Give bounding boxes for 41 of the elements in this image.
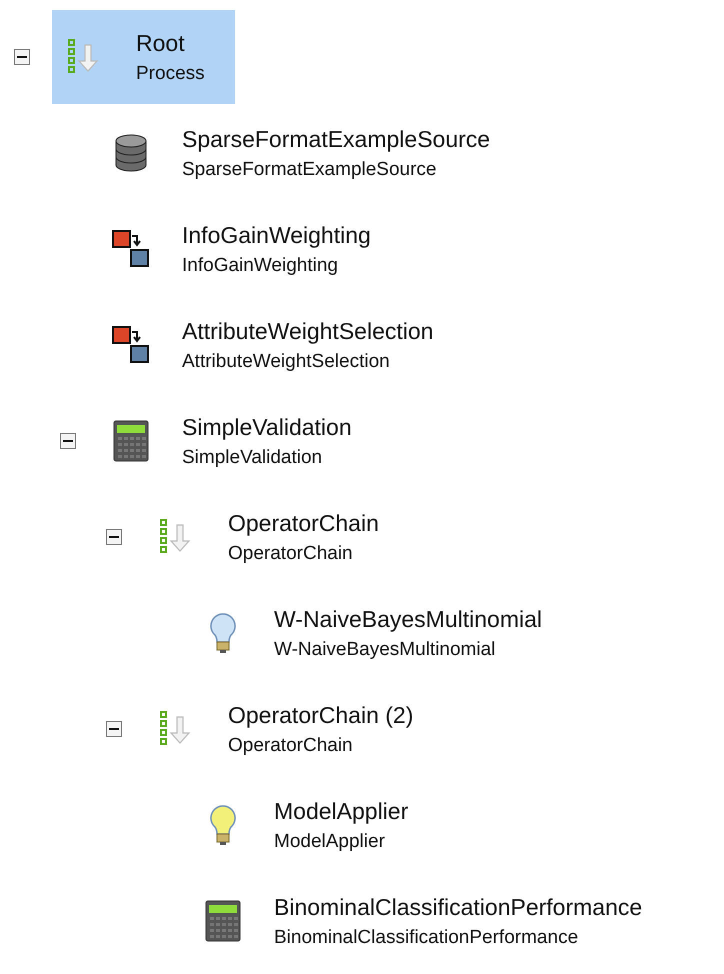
- tree-node[interactable]: BinominalClassificationPerformance BinominalClassificationPerformance: [190, 874, 672, 968]
- calculator-icon: [205, 900, 241, 942]
- collapse-button[interactable]: [14, 49, 30, 65]
- node-subtitle: AttributeWeightSelection: [182, 350, 391, 372]
- node-title: OperatorChain: [228, 510, 379, 536]
- node-title: Root: [136, 30, 186, 56]
- node-title: AttributeWeightSelection: [182, 318, 434, 344]
- light-bulb-icon: [208, 804, 238, 846]
- light-bulb-icon: [208, 612, 238, 654]
- weighting-squares-icon: [111, 229, 151, 269]
- node-title: OperatorChain (2): [228, 702, 414, 728]
- tree-node[interactable]: ModelApplier ModelApplier: [190, 778, 438, 872]
- node-title: SparseFormatExampleSource: [182, 126, 490, 152]
- node-subtitle: InfoGainWeighting: [182, 254, 339, 276]
- node-subtitle: W-NaiveBayesMultinomial: [274, 638, 496, 660]
- calculator-icon: [113, 420, 149, 462]
- node-title: BinominalClassificationPerformance: [274, 894, 642, 920]
- tree-node[interactable]: SimpleValidation SimpleValidation: [98, 394, 382, 488]
- tree-node[interactable]: Root Process: [52, 10, 235, 104]
- tree-node[interactable]: OperatorChain OperatorChain: [144, 490, 409, 584]
- tree-node[interactable]: W-NaiveBayesMultinomial W-NaiveBayesMultinomial: [190, 586, 572, 680]
- node-title: ModelApplier: [274, 798, 408, 824]
- node-subtitle: BinominalClassificationPerformance: [274, 926, 580, 948]
- tree-node[interactable]: InfoGainWeighting InfoGainWeighting: [98, 202, 401, 296]
- node-subtitle: SparseFormatExampleSource: [182, 158, 438, 180]
- tree-node[interactable]: SparseFormatExampleSource SparseFormatExampleSource: [98, 106, 520, 200]
- node-subtitle: Process: [136, 62, 205, 84]
- node-subtitle: ModelApplier: [274, 830, 386, 852]
- node-subtitle: SimpleValidation: [182, 446, 324, 468]
- node-title: W-NaiveBayesMultinomial: [274, 606, 542, 632]
- database-icon: [113, 133, 149, 173]
- tree-node[interactable]: AttributeWeightSelection AttributeWeightSelection: [98, 298, 464, 392]
- node-subtitle: OperatorChain: [228, 542, 354, 564]
- collapse-button[interactable]: [60, 433, 76, 449]
- collapse-button[interactable]: [106, 529, 122, 545]
- weighting-squares-icon: [111, 325, 151, 365]
- collapse-button[interactable]: [106, 721, 122, 737]
- node-title: InfoGainWeighting: [182, 222, 371, 248]
- node-title: SimpleValidation: [182, 414, 352, 440]
- tree-node[interactable]: OperatorChain (2) OperatorChain: [144, 682, 444, 776]
- node-subtitle: OperatorChain: [228, 734, 354, 756]
